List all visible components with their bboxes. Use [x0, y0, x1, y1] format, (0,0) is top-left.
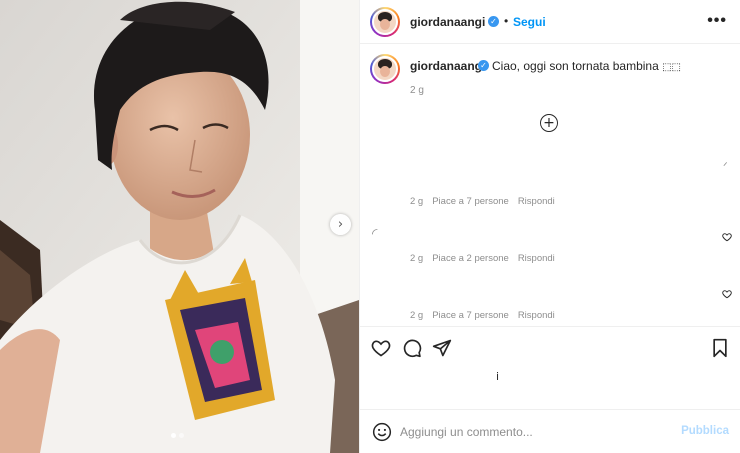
caption-username[interactable]: giordanaangi [410, 59, 485, 73]
comment-1-reply-button[interactable]: Rispondi [518, 196, 555, 207]
caption-avatar[interactable] [370, 54, 400, 84]
post-header: giordanaangi ✓ • Segui ••• [360, 0, 740, 44]
comment-2-meta: 2 g Piace a 2 persone Rispondi [410, 253, 555, 264]
comment-1-likes[interactable]: Piace a 7 persone [432, 196, 509, 207]
carousel-indicator [171, 433, 184, 438]
comment-2-avatar-loading-icon: ◜ [372, 226, 378, 242]
comment-input[interactable] [400, 422, 680, 442]
plus-glyph: + [543, 115, 555, 131]
carousel-next-button[interactable]: › [330, 214, 351, 235]
comment-2-reply-button[interactable]: Rispondi [518, 253, 555, 264]
emoji-icon[interactable] [372, 422, 392, 442]
comment-1-meta: 2 g Piace a 7 persone Rispondi [410, 196, 555, 207]
caption-emoji: ⬚⬚ [662, 62, 682, 73]
caption-time: 2 g [410, 85, 424, 96]
comment-composer: Pubblica [360, 409, 740, 453]
header-separator: • [504, 14, 509, 28]
post-action-bar [360, 326, 740, 368]
comment-3-time: 2 g [410, 310, 424, 321]
share-icon[interactable] [432, 338, 452, 358]
selfie-image [0, 0, 359, 453]
author-avatar[interactable] [370, 7, 400, 37]
author-username[interactable]: giordanaangi [410, 15, 485, 29]
follow-button[interactable]: Segui [513, 15, 546, 29]
comment-3-likes[interactable]: Piace a 7 persone [432, 310, 509, 321]
caption-body: Ciao, oggi son tornata bambina [492, 59, 663, 73]
likes-partial-glyph: i [496, 370, 500, 383]
chevron-right-icon: › [337, 217, 344, 232]
add-circle-icon[interactable]: + [540, 114, 558, 132]
comment-1-time: 2 g [410, 196, 424, 207]
carousel-dot [179, 433, 184, 438]
comment-3-reply-button[interactable]: Rispondi [518, 310, 555, 321]
carousel-dot-active [171, 433, 176, 438]
comment-3-heart-icon[interactable] [722, 289, 732, 299]
comment-2-likes[interactable]: Piace a 2 persone [432, 253, 509, 264]
comment-2-time: 2 g [410, 253, 424, 264]
verified-badge-icon: ✓ [488, 16, 499, 27]
comment-icon[interactable] [402, 338, 422, 358]
publish-button[interactable]: Pubblica [681, 425, 729, 437]
post-photo[interactable]: › [0, 0, 359, 453]
bookmark-icon[interactable] [711, 338, 729, 358]
caption-verified-icon: ✓ [478, 60, 489, 71]
post-detail-panel: giordanaangi ✓ • Segui ••• giordanaangi … [359, 0, 740, 453]
comment-2-heart-icon[interactable] [722, 232, 732, 242]
more-options-icon[interactable]: ••• [707, 13, 727, 29]
caption-text: Ciao, oggi son tornata bambina ⬚⬚ [492, 59, 681, 73]
likes-area: i [360, 368, 740, 408]
comment-1-partial-glyph: ᐟ [723, 160, 728, 173]
heart-icon[interactable] [371, 338, 391, 358]
comment-3-meta: 2 g Piace a 7 persone Rispondi [410, 310, 555, 321]
